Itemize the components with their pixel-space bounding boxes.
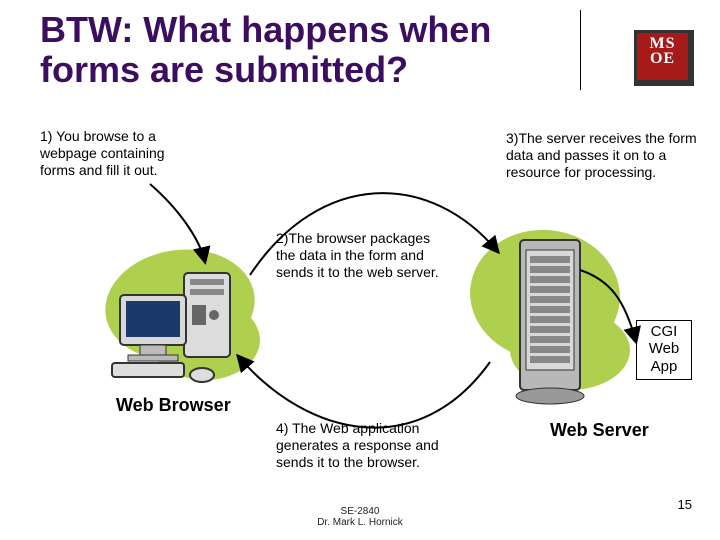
- step-3-text: 3)The server receives the form data and …: [506, 130, 706, 180]
- title-divider: [580, 10, 581, 90]
- web-browser-icon: [110, 255, 260, 385]
- logo-line2: OE: [637, 51, 688, 66]
- logo-line1: MS: [637, 36, 688, 51]
- slide-footer: SE-2840 Dr. Mark L. Hornick: [0, 506, 720, 528]
- step-2-text: 2)The browser packages the data in the f…: [276, 230, 446, 280]
- page-number: 15: [678, 497, 692, 512]
- cgi-web-app-box: CGI Web App: [636, 320, 692, 380]
- web-browser-label: Web Browser: [116, 395, 231, 416]
- msoe-logo: MS OE: [634, 30, 694, 86]
- footer-author: Dr. Mark L. Hornick: [317, 517, 403, 528]
- cgi-label: CGI Web App: [649, 323, 680, 375]
- footer-course: SE-2840: [341, 506, 380, 517]
- step-4-text: 4) The Web application generates a respo…: [276, 420, 456, 470]
- web-server-label: Web Server: [550, 420, 649, 441]
- slide-title: BTW: What happens when forms are submitt…: [40, 10, 580, 89]
- step-1-text: 1) You browse to a webpage containing fo…: [40, 128, 190, 178]
- web-server-icon: [490, 230, 610, 410]
